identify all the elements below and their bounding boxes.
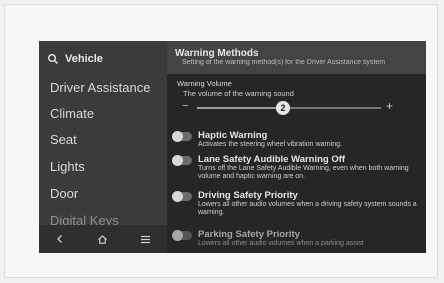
- option-desc: Activates the steering wheel vibration w…: [198, 141, 342, 148]
- driving-safety-toggle[interactable]: [172, 191, 192, 202]
- volume-slider-fill: [197, 107, 283, 109]
- search-icon: [47, 53, 59, 65]
- option-title: Haptic Warning: [198, 130, 268, 141]
- toggle-knob: [172, 131, 183, 142]
- page-subtitle: Setting of the warning method(s) for the…: [182, 59, 386, 66]
- volume-minus-button[interactable]: −: [182, 100, 188, 112]
- bottom-nav-bar: [39, 225, 167, 253]
- option-desc: Turns off the Lane Safety Audible Warnin…: [198, 165, 409, 180]
- option-title: Lane Safety Audible Warning Off: [198, 154, 346, 165]
- sidebar-item-seat[interactable]: Seat: [50, 132, 77, 148]
- volume-slider-knob[interactable]: 2: [276, 101, 290, 115]
- toggle-knob: [172, 191, 183, 202]
- page-title: Warning Methods: [175, 48, 259, 59]
- main-panel: Warning Methods Setting of the warning m…: [167, 41, 426, 253]
- option-desc: Lowers all other audio volumes when a pa…: [198, 240, 364, 247]
- sidebar-item-climate[interactable]: Climate: [50, 106, 94, 122]
- parking-safety-toggle[interactable]: [172, 230, 192, 241]
- sidebar-item-lights[interactable]: Lights: [50, 159, 85, 175]
- back-icon[interactable]: [50, 230, 70, 248]
- warning-volume-desc: The volume of the warning sound: [183, 89, 294, 98]
- toggle-knob: [172, 230, 183, 241]
- warning-settings-panel: Warning Volume The volume of the warning…: [167, 74, 426, 253]
- menu-icon[interactable]: [136, 230, 156, 248]
- option-title: Parking Safety Priority: [198, 229, 300, 240]
- sidebar-search[interactable]: Vehicle: [47, 49, 103, 69]
- toggle-knob: [172, 155, 183, 166]
- warning-volume-label: Warning Volume: [177, 79, 232, 88]
- screenshot-frame: Vehicle Driver Assistance Climate Seat L…: [4, 4, 438, 278]
- haptic-warning-toggle[interactable]: [172, 131, 192, 142]
- sidebar-header-label: Vehicle: [65, 53, 103, 65]
- option-title: Driving Safety Priority: [198, 190, 298, 201]
- sidebar-item-driver-assistance[interactable]: Driver Assistance: [50, 80, 150, 96]
- home-icon[interactable]: [93, 230, 113, 248]
- sidebar: Vehicle Driver Assistance Climate Seat L…: [39, 41, 167, 253]
- lane-safety-toggle[interactable]: [172, 155, 192, 166]
- option-desc: Lowers all other audio volumes when a dr…: [198, 201, 417, 216]
- infotainment-screen: Vehicle Driver Assistance Climate Seat L…: [39, 41, 426, 253]
- sidebar-item-door[interactable]: Door: [50, 186, 78, 202]
- volume-plus-button[interactable]: +: [386, 99, 393, 113]
